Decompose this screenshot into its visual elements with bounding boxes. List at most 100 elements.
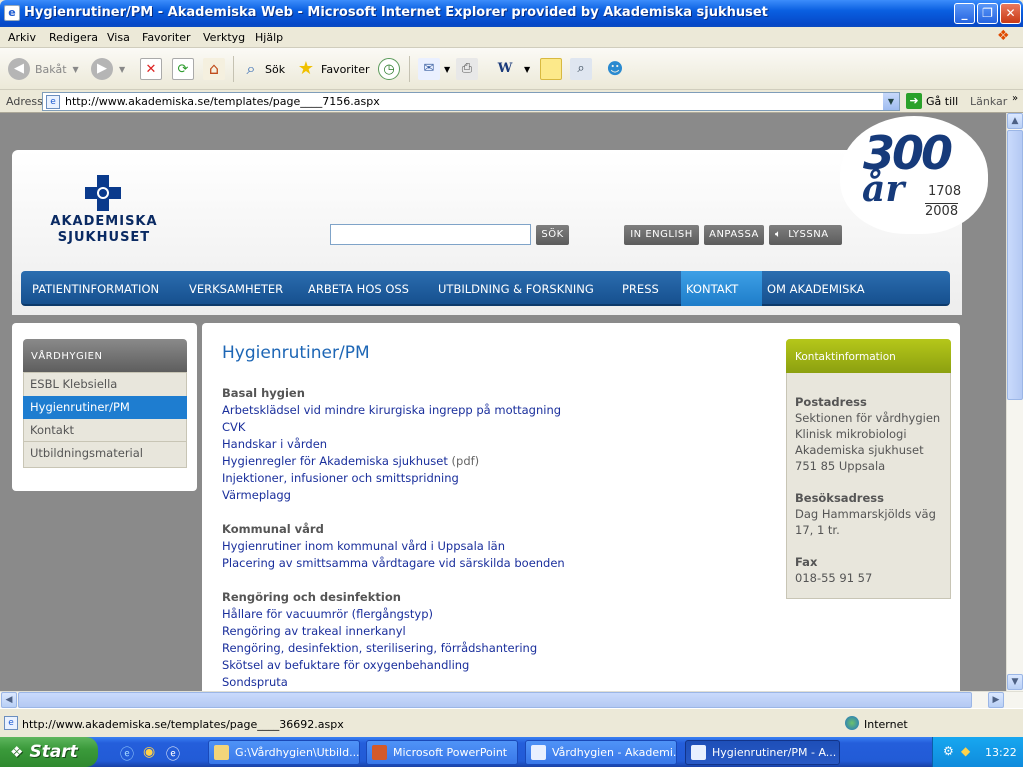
- menu-arkiv[interactable]: Arkiv: [8, 31, 36, 44]
- main-navigation: PATIENTINFORMATION VERKSAMHETER ARBETA H…: [21, 271, 950, 306]
- refresh-button[interactable]: ⟳: [172, 57, 194, 81]
- sidebar-item-hygienrutiner[interactable]: Hygienrutiner/PM: [23, 396, 187, 419]
- nav-utbildning-forskning[interactable]: UTBILDNING & FORSKNING: [433, 271, 599, 306]
- section-heading-kommunal-vard: Kommunal vård: [222, 522, 324, 536]
- chevron-down-icon: ▼: [524, 64, 531, 74]
- postal-address-line: Akademiska sjukhuset: [795, 443, 924, 457]
- sidebar-item-utbildningsmaterial[interactable]: Utbildningsmaterial: [23, 441, 187, 464]
- links-toolbar[interactable]: Länkar: [970, 95, 1007, 108]
- nav-kontakt[interactable]: KONTAKT: [681, 271, 762, 306]
- favorites-button[interactable]: ★ Favoriter: [295, 57, 370, 81]
- ie-quicklaunch-icon[interactable]: ⓔ: [120, 744, 134, 764]
- history-button[interactable]: ◷: [378, 57, 400, 81]
- link-hallare[interactable]: Hållare för vacuumrör (flergångstyp): [222, 607, 433, 621]
- go-button[interactable]: ➜ Gå till: [906, 93, 958, 109]
- messenger-button[interactable]: ☻: [604, 57, 626, 81]
- link-injektioner[interactable]: Injektioner, infusioner och smittspridni…: [222, 471, 459, 485]
- lyssna-label: LYSSNA: [788, 229, 829, 240]
- akademiska-cross-logo-icon[interactable]: [85, 175, 121, 211]
- site-logo-text[interactable]: AKADEMISKA SJUKHUSET: [48, 214, 160, 246]
- chevron-right-icon[interactable]: »: [1012, 93, 1018, 104]
- start-label: Start: [29, 742, 78, 762]
- address-url: http://www.akademiska.se/templates/page_…: [65, 95, 380, 108]
- menu-hjalp[interactable]: Hjälp: [255, 31, 283, 44]
- window-title-bar[interactable]: e Hygienrutiner/PM - Akademiska Web - Mi…: [0, 0, 1023, 27]
- nav-arbeta-hos-oss[interactable]: ARBETA HOS OSS: [303, 271, 414, 306]
- horizontal-scrollbar[interactable]: ◀ ▶: [0, 691, 1023, 708]
- back-button[interactable]: ◀ Bakåt ▼: [8, 57, 79, 81]
- anpassa-button[interactable]: ANPASSA: [704, 225, 764, 245]
- close-button[interactable]: ✕: [1000, 3, 1021, 24]
- page-icon: e: [46, 95, 60, 109]
- network-icon[interactable]: ⚙: [943, 744, 954, 758]
- sidebar-item-esbl-klebsiella[interactable]: ESBL Klebsiella: [23, 373, 187, 396]
- clock[interactable]: 13:22: [985, 746, 1017, 759]
- desktop-icon[interactable]: ⓔ: [166, 744, 180, 764]
- menu-verktyg[interactable]: Verktyg: [203, 31, 245, 44]
- home-button[interactable]: ⌂: [203, 57, 225, 81]
- link-sondspruta[interactable]: Sondspruta: [222, 675, 288, 689]
- anniversary-word: år: [862, 168, 905, 210]
- mail-button[interactable]: ✉ ▼: [418, 57, 450, 81]
- sidebar-heading[interactable]: VÅRDHYGIEN: [23, 339, 187, 372]
- taskbar-item-label: G:\Vårdhygien\Utbild...: [235, 746, 360, 759]
- scroll-left-icon[interactable]: ◀: [1, 692, 17, 708]
- link-cvk[interactable]: CVK: [222, 420, 245, 434]
- horizontal-scroll-thumb[interactable]: [18, 692, 972, 708]
- forward-button[interactable]: ▶ ▼: [91, 57, 125, 81]
- link-trakeal[interactable]: Rengöring av trakeal innerkanyl: [222, 624, 406, 638]
- site-search-button[interactable]: SÖK: [536, 225, 569, 245]
- address-label: Adress: [6, 95, 43, 108]
- minimize-button[interactable]: _: [954, 3, 975, 24]
- research-button[interactable]: ⌕: [570, 57, 592, 81]
- restore-button[interactable]: ❐: [977, 3, 998, 24]
- vertical-scroll-thumb[interactable]: [1007, 130, 1023, 400]
- search-icon: ⌕: [246, 59, 256, 78]
- history-icon: ◷: [378, 58, 400, 80]
- nav-verksamheter[interactable]: VERKSAMHETER: [184, 271, 288, 306]
- address-input[interactable]: e http://www.akademiska.se/templates/pag…: [42, 92, 900, 111]
- link-hygienregler[interactable]: Hygienregler för Akademiska sjukhuset (p…: [222, 454, 479, 468]
- media-player-icon[interactable]: ◉: [143, 744, 155, 760]
- discuss-button[interactable]: [540, 57, 562, 81]
- security-icon[interactable]: ◆: [961, 744, 970, 758]
- windows-logo-icon: ❖: [997, 28, 1010, 44]
- taskbar-item-hygienrutiner[interactable]: Hygienrutiner/PM - A...: [685, 740, 840, 765]
- taskbar-item-folder[interactable]: G:\Vårdhygien\Utbild...: [208, 740, 360, 765]
- nav-press[interactable]: PRESS: [617, 271, 664, 306]
- sidebar-item-kontakt[interactable]: Kontakt: [23, 419, 187, 442]
- vertical-scrollbar[interactable]: ▲ ▼: [1006, 113, 1023, 691]
- menu-redigera[interactable]: Redigera: [49, 31, 98, 44]
- standard-toolbar: ◀ Bakåt ▼ ▶ ▼ ✕ ⟳ ⌂ ⌕ Sök ★ Favoriter ◷ …: [0, 48, 1023, 90]
- start-button[interactable]: ❖ Start: [0, 737, 98, 767]
- security-zone: Internet: [864, 718, 908, 731]
- taskbar-item-vardhygien[interactable]: Vårdhygien - Akademi...: [525, 740, 677, 765]
- site-search-input[interactable]: [330, 224, 531, 245]
- chevron-down-icon: ▼: [444, 64, 451, 74]
- nav-om-akademiska[interactable]: OM AKADEMISKA: [762, 271, 870, 306]
- search-button[interactable]: ⌕ Sök: [240, 57, 286, 81]
- scroll-down-icon[interactable]: ▼: [1007, 674, 1023, 690]
- taskbar-item-powerpoint[interactable]: Microsoft PowerPoint: [366, 740, 518, 765]
- scroll-up-icon[interactable]: ▲: [1007, 113, 1023, 129]
- edit-button[interactable]: W ▼: [494, 57, 530, 81]
- scroll-right-icon[interactable]: ▶: [988, 692, 1004, 708]
- address-dropdown-icon[interactable]: ▼: [883, 93, 899, 110]
- link-handskar[interactable]: Handskar i vården: [222, 437, 327, 451]
- menu-favoriter[interactable]: Favoriter: [142, 31, 190, 44]
- stop-button[interactable]: ✕: [140, 57, 162, 81]
- link-befuktare[interactable]: Skötsel av befuktare för oxygenbehandlin…: [222, 658, 469, 672]
- mail-icon: ✉: [418, 58, 440, 80]
- menu-visa[interactable]: Visa: [107, 31, 130, 44]
- print-button[interactable]: ⎙: [456, 57, 478, 81]
- link-hygienrutiner-kommunal[interactable]: Hygienrutiner inom kommunal vård i Uppsa…: [222, 539, 505, 553]
- nav-patientinformation[interactable]: PATIENTINFORMATION: [27, 271, 164, 306]
- taskbar-item-label: Hygienrutiner/PM - A...: [712, 746, 837, 759]
- link-placering[interactable]: Placering av smittsamma vårdtagare vid s…: [222, 556, 565, 570]
- in-english-button[interactable]: IN ENGLISH: [624, 225, 699, 245]
- lyssna-button[interactable]: 🔈︎ LYSSNA: [769, 225, 842, 245]
- link-arbetskladsel[interactable]: Arbetsklädsel vid mindre kirurgiska ingr…: [222, 403, 561, 417]
- link-rengoring-desinfektion[interactable]: Rengöring, desinfektion, sterilisering, …: [222, 641, 537, 655]
- section-heading-basal-hygien: Basal hygien: [222, 386, 305, 400]
- link-varmeplagg[interactable]: Värmeplagg: [222, 488, 291, 502]
